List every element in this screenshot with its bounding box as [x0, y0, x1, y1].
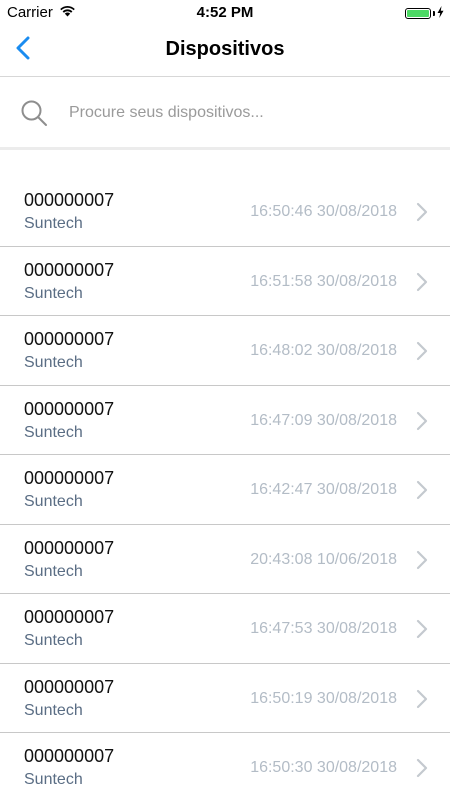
chevron-right-icon — [416, 202, 428, 222]
device-id: 000000007 — [24, 190, 115, 210]
navigation-bar: Dispositivos — [0, 24, 450, 77]
device-timestamp: 16:47:53 30/08/2018 — [250, 620, 397, 637]
device-id: 000000007 — [24, 607, 115, 627]
device-timestamp: 16:50:46 30/08/2018 — [250, 203, 397, 220]
device-timestamp: 20:43:08 10/06/2018 — [250, 550, 397, 568]
device-timestamp: 16:51:58 30/08/2018 — [250, 272, 397, 290]
battery-icon — [405, 8, 431, 19]
device-row[interactable]: 000000007 Suntech 16:42:47 30/08/2018 — [0, 455, 450, 525]
device-brand: Suntech — [24, 215, 83, 232]
chevron-right-icon — [416, 619, 428, 639]
chevron-right-icon — [416, 689, 428, 709]
device-id: 000000007 — [24, 746, 115, 766]
search-input[interactable] — [67, 102, 411, 123]
device-id: 000000007 — [24, 468, 115, 488]
device-row[interactable]: 000000007 Suntech 16:48:02 30/08/2018 — [0, 316, 450, 386]
chevron-right-icon — [416, 411, 428, 431]
device-brand: Suntech — [24, 562, 83, 580]
device-id: 000000007 — [24, 259, 115, 280]
device-row[interactable]: 000000007 Suntech 16:47:09 30/08/2018 — [0, 386, 450, 455]
device-row[interactable]: 000000007 Suntech 16:47:53 30/08/2018 — [0, 594, 450, 664]
device-list: 000000007 Suntech 16:50:46 30/08/2018 00000… — [0, 177, 450, 800]
device-id: 000000007 — [24, 537, 115, 558]
device-brand: Suntech — [24, 493, 83, 510]
chevron-right-icon — [416, 550, 428, 570]
device-row[interactable]: 000000007 Suntech 16:50:19 30/08/2018 — [0, 664, 450, 733]
device-id: 000000007 — [24, 329, 115, 349]
charging-bolt-icon — [437, 5, 444, 22]
device-id: 000000007 — [24, 676, 115, 697]
chevron-right-icon — [416, 341, 428, 361]
device-timestamp: 16:48:02 30/08/2018 — [250, 342, 397, 359]
device-row[interactable]: 000000007 Suntech 16:50:30 30/08/2018 — [0, 733, 450, 800]
status-bar: Carrier 4:52 PM — [0, 0, 450, 24]
battery-group — [405, 5, 444, 22]
device-row[interactable]: 000000007 Suntech 16:51:58 30/08/2018 — [0, 247, 450, 316]
device-brand: Suntech — [24, 771, 83, 788]
device-brand: Suntech — [24, 701, 83, 719]
device-timestamp: 16:50:30 30/08/2018 — [250, 759, 397, 776]
device-id: 000000007 — [24, 398, 115, 419]
chevron-right-icon — [416, 480, 428, 500]
page-title: Dispositivos — [165, 38, 285, 60]
search-icon[interactable] — [19, 98, 49, 128]
battery-fill — [407, 10, 429, 17]
search-bar — [0, 78, 450, 150]
screen: Carrier 4:52 PM Dispositivos Procure seu… — [0, 0, 450, 800]
status-time: 4:52 PM — [196, 4, 254, 21]
device-brand: Suntech — [24, 354, 83, 371]
device-timestamp: 16:47:09 30/08/2018 — [250, 411, 397, 429]
device-row[interactable]: 000000007 Suntech 16:50:46 30/08/2018 — [0, 177, 450, 247]
device-brand: Suntech — [24, 632, 83, 649]
device-timestamp: 16:50:19 30/08/2018 — [250, 689, 397, 707]
chevron-right-icon — [416, 272, 428, 292]
device-brand: Suntech — [24, 284, 83, 302]
chevron-right-icon — [416, 758, 428, 778]
battery-nub — [433, 11, 435, 16]
device-brand: Suntech — [24, 423, 83, 441]
device-row[interactable]: 000000007 Suntech 20:43:08 10/06/2018 — [0, 525, 450, 594]
device-timestamp: 16:42:47 30/08/2018 — [250, 481, 397, 498]
